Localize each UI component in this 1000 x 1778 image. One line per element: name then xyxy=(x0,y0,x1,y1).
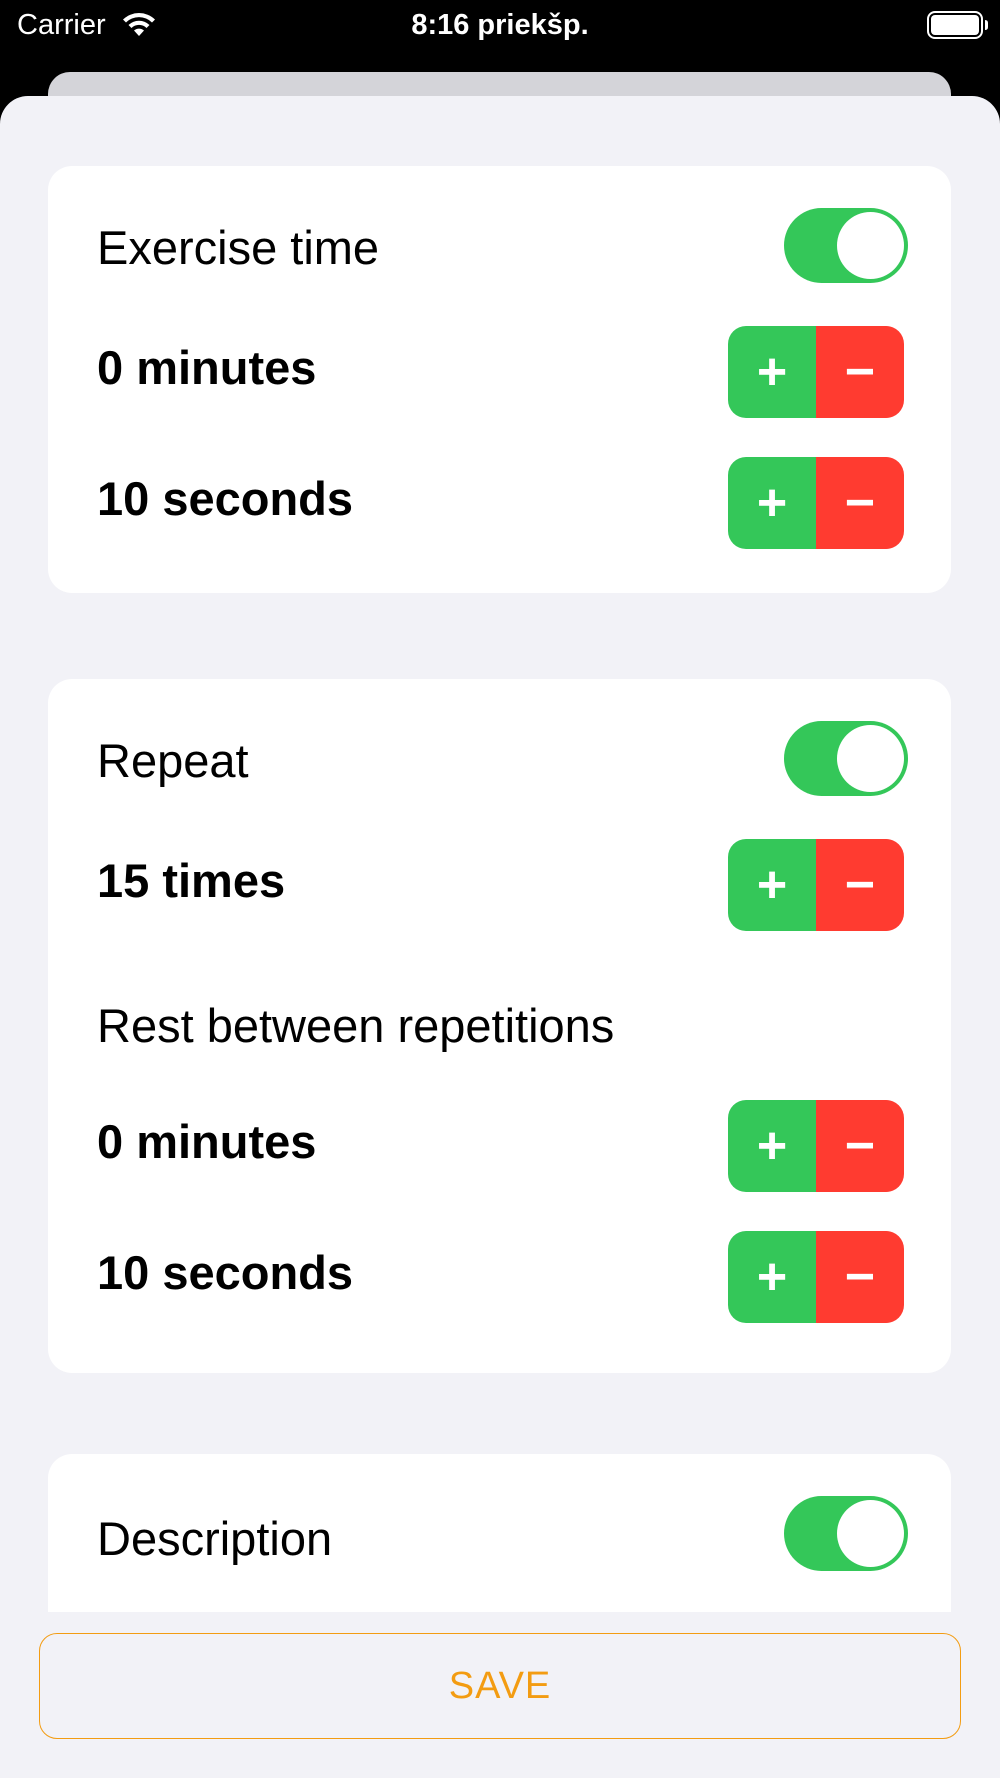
modal-sheet: Exercise time 0 minutes + − 10 seconds +… xyxy=(0,96,1000,1778)
exercise-seconds-value: 10 seconds xyxy=(97,472,354,525)
status-bar: Carrier 8:16 priekšp. xyxy=(0,0,1000,50)
repeat-toggle[interactable] xyxy=(784,721,908,796)
exercise-time-toggle[interactable] xyxy=(784,208,908,283)
toggle-knob xyxy=(837,1500,904,1567)
exercise-time-card: Exercise time 0 minutes + − 10 seconds +… xyxy=(48,166,951,593)
repeat-times-decrement-button[interactable]: − xyxy=(816,839,904,931)
repeat-times-stepper: + − xyxy=(728,839,904,931)
rest-seconds-increment-button[interactable]: + xyxy=(728,1231,816,1323)
battery-icon xyxy=(927,11,988,39)
rest-seconds-decrement-button[interactable]: − xyxy=(816,1231,904,1323)
rest-seconds-value: 10 seconds xyxy=(97,1246,354,1299)
exercise-minutes-stepper: + − xyxy=(728,326,904,418)
repeat-label: Repeat xyxy=(97,734,249,787)
repeat-times-increment-button[interactable]: + xyxy=(728,839,816,931)
exercise-minutes-increment-button[interactable]: + xyxy=(728,326,816,418)
repeat-times-value: 15 times xyxy=(97,854,286,907)
status-time: 8:16 priekšp. xyxy=(411,9,589,41)
exercise-minutes-decrement-button[interactable]: − xyxy=(816,326,904,418)
description-label: Description xyxy=(97,1512,333,1565)
toggle-knob xyxy=(837,725,904,792)
rest-minutes-stepper: + − xyxy=(728,1100,904,1192)
exercise-minutes-value: 0 minutes xyxy=(97,341,317,394)
exercise-seconds-stepper: + − xyxy=(728,457,904,549)
exercise-time-label: Exercise time xyxy=(97,221,380,274)
exercise-seconds-decrement-button[interactable]: − xyxy=(816,457,904,549)
rest-between-repetitions-label: Rest between repetitions xyxy=(97,999,615,1052)
save-button[interactable]: SAVE xyxy=(39,1633,961,1739)
exercise-seconds-increment-button[interactable]: + xyxy=(728,457,816,549)
rest-seconds-stepper: + − xyxy=(728,1231,904,1323)
rest-minutes-increment-button[interactable]: + xyxy=(728,1100,816,1192)
rest-minutes-value: 0 minutes xyxy=(97,1115,317,1168)
rest-minutes-decrement-button[interactable]: − xyxy=(816,1100,904,1192)
app-screen: Carrier 8:16 priekšp. Exercise time 0 mi… xyxy=(0,0,1000,1778)
description-toggle[interactable] xyxy=(784,1496,908,1571)
repeat-card: Repeat 15 times + − Rest between repetit… xyxy=(48,679,951,1373)
toggle-knob xyxy=(837,212,904,279)
